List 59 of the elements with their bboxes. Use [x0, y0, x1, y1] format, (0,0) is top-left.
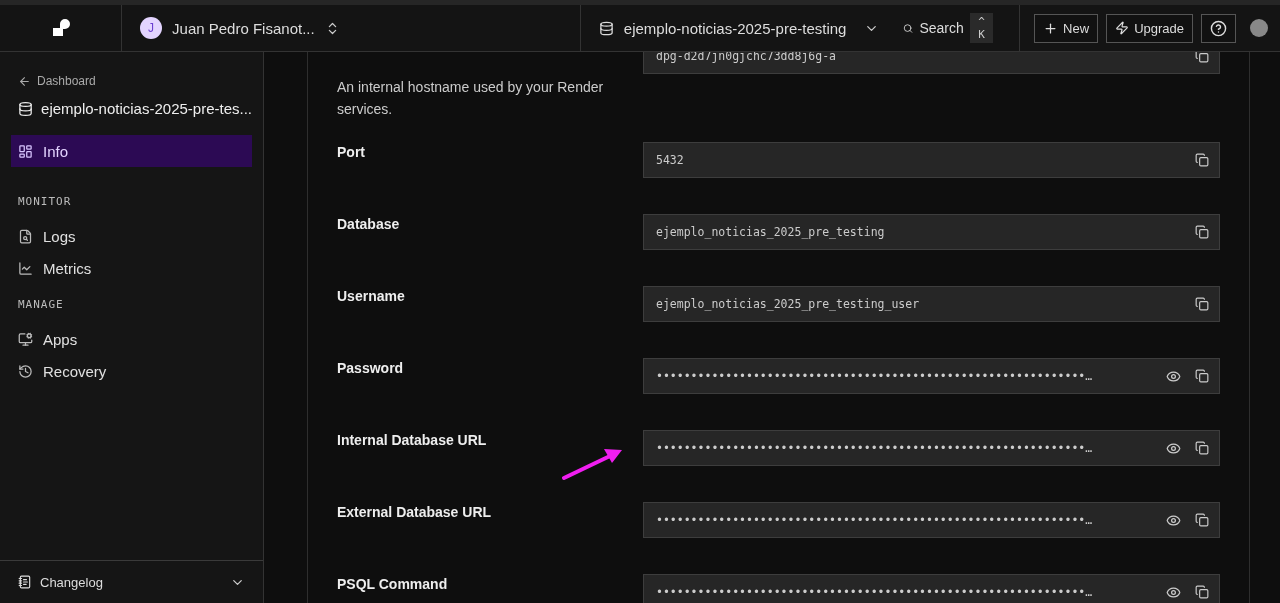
monitor-icon — [18, 331, 33, 347]
section-title: MANAGE — [17, 298, 65, 311]
changelog-link[interactable]: Changelog — [18, 574, 103, 590]
database-icon — [18, 100, 34, 117]
field-label: Port — [337, 144, 366, 160]
plus-icon — [1043, 20, 1059, 36]
value-field[interactable]: ••••••••••••••••••••••••••••••••••••••••••••••••••••••••••••••… — [643, 430, 1220, 466]
new-button[interactable]: New — [1034, 13, 1099, 43]
value-field[interactable]: ••••••••••••••••••••••••••••••••••••••••••••••••••••••••••••••… — [643, 502, 1220, 538]
workspace-name[interactable]: Juan Pedro Fisanot... — [172, 19, 315, 37]
search-button[interactable]: Search ^ K — [897, 12, 1000, 44]
workspace-avatar: J — [140, 17, 163, 39]
field-label: Username — [337, 288, 406, 304]
show-icon[interactable] — [1166, 512, 1181, 528]
lightning-icon — [1115, 21, 1130, 35]
copy-icon[interactable] — [1195, 297, 1209, 311]
section-title: MONITOR — [17, 195, 73, 208]
value-field[interactable]: ejemplo_noticias_2025_pre_testing — [643, 214, 1220, 250]
service-name[interactable]: ejemplo-noticias-2025-pre-testing — [623, 19, 847, 37]
help-button[interactable] — [1201, 13, 1236, 43]
field-label: External Database URL — [337, 504, 493, 520]
show-icon[interactable] — [1166, 440, 1181, 456]
line-chart-icon — [18, 260, 33, 276]
field-label: Internal Database URL — [337, 432, 488, 448]
value-field[interactable]: dpg-d2d7jn0gjchc73dd8j6g-a — [643, 52, 1220, 74]
nav-item[interactable]: Recovery — [11, 355, 252, 387]
value-field[interactable]: ••••••••••••••••••••••••••••••••••••••••••••••••••••••••••••••… — [643, 358, 1220, 394]
service-title: ejemplo-noticias-2025-pre-tes... — [41, 100, 252, 117]
nav-item[interactable]: Logs — [11, 220, 252, 252]
database-icon — [598, 20, 614, 36]
show-icon[interactable] — [1166, 368, 1181, 384]
field-label: Password — [337, 360, 405, 376]
copy-icon[interactable] — [1195, 153, 1209, 167]
field-label: Database — [337, 216, 401, 232]
value-field[interactable]: ejemplo_noticias_2025_pre_testing_user — [643, 286, 1220, 322]
copy-icon[interactable] — [1195, 585, 1209, 599]
arrow-left-icon — [18, 74, 31, 88]
help-icon — [1210, 19, 1227, 37]
field-description: An internal hostname used by your Render services. — [337, 78, 605, 119]
field-label: PSQL Command — [337, 576, 449, 592]
nav-item[interactable]: Info — [11, 135, 252, 167]
dashboard-link[interactable]: Dashboard — [11, 74, 252, 88]
upgrade-button[interactable]: Upgrade — [1106, 13, 1193, 43]
copy-icon[interactable] — [1195, 369, 1209, 383]
copy-icon[interactable] — [1195, 441, 1209, 455]
copy-icon[interactable] — [1195, 225, 1209, 239]
notebook-icon — [18, 575, 32, 589]
logs-search-icon — [18, 228, 33, 244]
nav-item[interactable]: Apps — [11, 323, 252, 355]
nav-item[interactable]: Metrics — [11, 252, 252, 284]
copy-icon[interactable] — [1195, 52, 1209, 63]
show-icon[interactable] — [1166, 584, 1181, 600]
user-avatar[interactable] — [1250, 19, 1268, 37]
value-field[interactable]: ••••••••••••••••••••••••••••••••••••••••••••••••••••••••••••••… — [643, 574, 1220, 603]
logo-icon[interactable] — [50, 18, 71, 38]
dashboard-icon — [18, 143, 33, 159]
history-icon — [18, 363, 33, 379]
value-field[interactable]: 5432 — [643, 142, 1220, 178]
copy-icon[interactable] — [1195, 513, 1209, 527]
